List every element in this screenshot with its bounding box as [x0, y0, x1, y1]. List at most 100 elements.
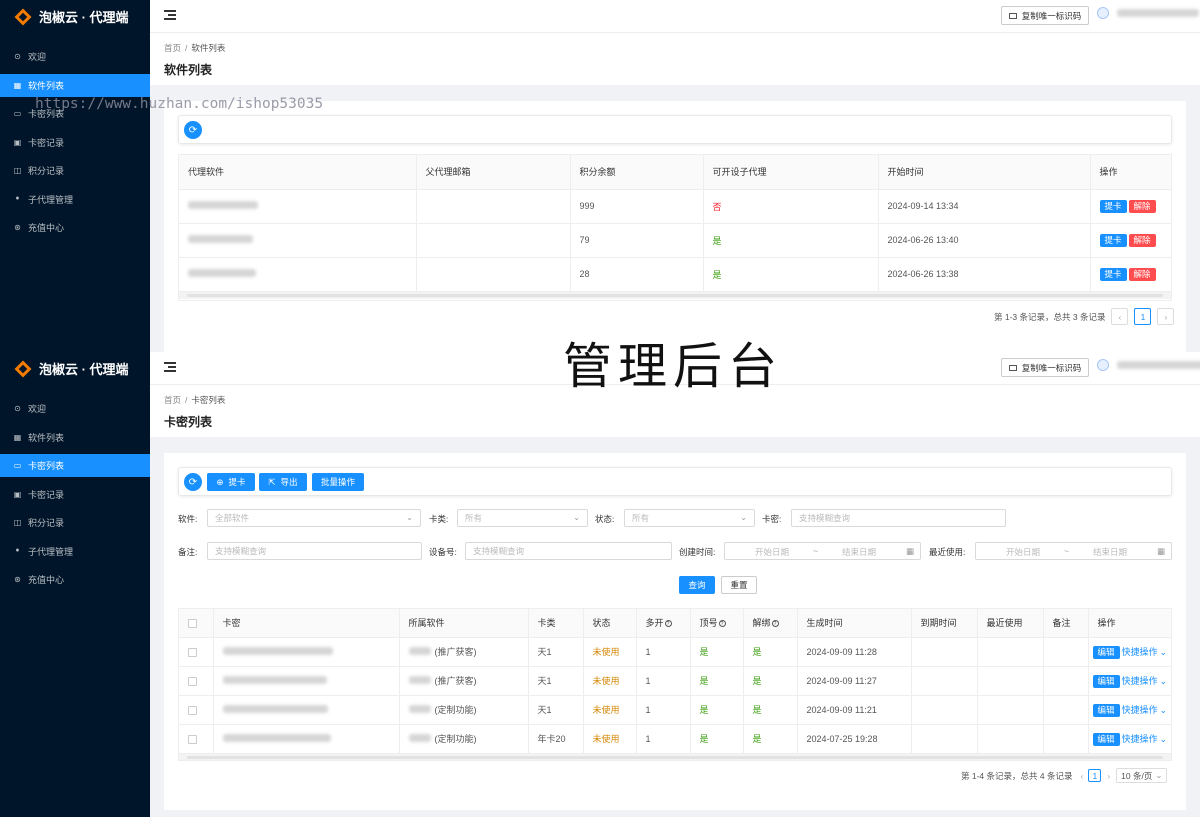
unbind-button[interactable]: 解除	[1128, 233, 1156, 247]
sidebar-item-3[interactable]: ▣ 卡密记录	[0, 131, 150, 154]
copy-id-button[interactable]: 复制唯一标识码	[1001, 6, 1089, 25]
sidebar-item-label: 软件列表	[28, 432, 65, 443]
user-menu[interactable]	[1097, 7, 1199, 19]
remark-search-input[interactable]: 支持模糊查询	[207, 542, 422, 560]
tika-button[interactable]: 提卡	[1099, 233, 1127, 247]
menu-fold-icon[interactable]	[164, 10, 176, 20]
tika-button[interactable]: 提卡	[1099, 267, 1127, 281]
sidebar-item-label: 充值中心	[28, 223, 65, 233]
breadcrumb-home[interactable]: 首页	[164, 43, 181, 53]
device-search-input[interactable]: 支持模糊查询	[465, 542, 672, 560]
sidebar-item-5[interactable]: ꔷ 子代理管理	[0, 188, 150, 211]
sidebar-item-4[interactable]: ◫ 积分记录	[0, 511, 150, 534]
next-page-button[interactable]: ›	[1157, 308, 1175, 325]
page-number[interactable]: 1	[1088, 769, 1102, 782]
main-area: 复制唯一标识码 首页 / 卡密列表 卡密列表 ⟳ ⊕ 提卡 ⇱ 导出 批量操作 …	[150, 352, 1200, 817]
horizontal-scrollbar[interactable]	[179, 291, 1171, 299]
batch-ops-button[interactable]: 批量操作	[312, 473, 364, 491]
row-checkbox[interactable]	[188, 734, 197, 744]
type-select[interactable]: 所有 ⌄	[457, 509, 588, 527]
quick-ops-dropdown[interactable]: 快捷操作 ⌄	[1122, 647, 1168, 657]
card-icon: ▭	[13, 109, 22, 118]
chevron-down-icon: ⌄	[1159, 733, 1168, 744]
content-card: ⟳ 代理软件 父代理邮箱 积分余额 可开设子代理 开始时间 操作 999 否 2024-09-…	[164, 101, 1186, 352]
brand[interactable]: 泡椒云 · 代理端	[0, 0, 150, 33]
row-checkbox[interactable]	[188, 647, 197, 657]
sidebar-item-4[interactable]: ◫ 积分记录	[0, 159, 150, 182]
created-time-label: 创建时间:	[679, 547, 716, 557]
sidebar-item-0[interactable]: ⊙ 欢迎	[0, 45, 150, 68]
page-number[interactable]: 1	[1134, 308, 1152, 325]
quick-ops-dropdown[interactable]: 快捷操作 ⌄	[1122, 734, 1168, 744]
sidebar-item-1[interactable]: ▦ 软件列表	[0, 426, 150, 449]
sidebar-item-3[interactable]: ▣ 卡密记录	[0, 483, 150, 506]
card-key-cell	[213, 637, 400, 667]
column-header: 操作	[1088, 609, 1171, 638]
edit-button[interactable]: 编辑	[1092, 645, 1120, 659]
prev-page-button[interactable]: ‹	[1111, 308, 1129, 325]
created-date-range[interactable]: 开始日期 ~ 结束日期 ▦	[724, 542, 921, 560]
sidebar-item-5[interactable]: ꔷ 子代理管理	[0, 540, 150, 563]
recharge-icon: ⊛	[14, 575, 21, 584]
horizontal-scrollbar[interactable]	[179, 753, 1171, 760]
tika-button[interactable]: 提卡	[1099, 199, 1127, 213]
redacted-card-key	[222, 733, 331, 742]
reset-button[interactable]: 重置	[721, 576, 757, 594]
sidebar-item-label: 卡密记录	[28, 489, 65, 500]
sidebar-item-1[interactable]: ▦ 软件列表	[0, 73, 150, 97]
status-cell: 未使用	[583, 695, 637, 725]
page-size-select[interactable]: 10 条/页 ⌄	[1116, 768, 1168, 783]
help-icon[interactable]: ?	[664, 620, 672, 628]
menu-fold-icon[interactable]	[164, 362, 176, 372]
table-row: 28 是 2024-06-26 13:38 提卡 解除	[179, 257, 1171, 292]
next-page-button[interactable]: ›	[1107, 771, 1110, 781]
sidebar-item-0[interactable]: ⊙ 欢迎	[0, 397, 150, 420]
calendar-icon: ▦	[905, 546, 914, 556]
sidebar-item-2[interactable]: ▭ 卡密列表	[0, 454, 150, 477]
sidebar-item-label: 软件列表	[28, 80, 65, 91]
user-menu[interactable]	[1097, 359, 1200, 371]
users-icon: ꔷ	[15, 194, 20, 203]
sidebar-item-6[interactable]: ⊛ 充值中心	[0, 216, 150, 239]
edit-button[interactable]: 编辑	[1092, 732, 1120, 746]
row-checkbox[interactable]	[188, 676, 197, 686]
row-select-cell	[179, 666, 214, 696]
status-select[interactable]: 所有 ⌄	[624, 509, 755, 527]
quick-ops-dropdown[interactable]: 快捷操作 ⌄	[1122, 705, 1168, 715]
last-used-date-range[interactable]: 开始日期 ~ 结束日期 ▦	[975, 542, 1172, 560]
refresh-icon[interactable]: ⟳	[184, 121, 202, 139]
edit-button[interactable]: 编辑	[1092, 703, 1120, 717]
card-icon: ▭	[13, 461, 22, 470]
main-area: 复制唯一标识码 首页 / 软件列表 软件列表 ⟳ 代理软件 父代理邮箱 积分余额 可开设子…	[150, 0, 1200, 352]
copy-id-button[interactable]: 复制唯一标识码	[1001, 358, 1089, 377]
last-used-cell	[977, 666, 1044, 696]
sidebar-item-6[interactable]: ⊛ 充值中心	[0, 568, 150, 591]
breadcrumb-home[interactable]: 首页	[164, 395, 181, 405]
card-search-input[interactable]: 支持模糊查询	[791, 509, 1006, 527]
edit-button[interactable]: 编辑	[1092, 674, 1120, 688]
row-checkbox[interactable]	[188, 705, 197, 715]
top-cell: 是	[690, 666, 744, 696]
software-select[interactable]: 全部软件 ⌄	[207, 509, 421, 527]
quick-ops-dropdown[interactable]: 快捷操作 ⌄	[1122, 676, 1168, 686]
prev-page-button[interactable]: ‹	[1080, 771, 1083, 781]
export-button[interactable]: ⇱ 导出	[259, 473, 307, 491]
can-sub-cell: 否	[703, 189, 879, 224]
query-button[interactable]: 查询	[679, 576, 715, 594]
unbind-cell: 是	[743, 666, 798, 696]
unbind-button[interactable]: 解除	[1128, 199, 1156, 213]
help-icon[interactable]: ?	[718, 620, 726, 628]
software-table-wrap: 代理软件 父代理邮箱 积分余额 可开设子代理 开始时间 操作 999 否 2024-09-14…	[178, 154, 1172, 301]
table-row: (推广获客) 天1 未使用 1 是是 2024-09-09 11:27 编辑 快捷操作 ⌄	[179, 666, 1171, 696]
refresh-icon[interactable]: ⟳	[184, 473, 202, 491]
type-cell: 天1	[528, 666, 584, 696]
chevron-down-icon: ⌄	[573, 513, 580, 522]
select-all-checkbox[interactable]	[188, 618, 197, 628]
screen-card-list: 泡椒云 · 代理端 ⊙ 欢迎 ▦ 软件列表 ▭ 卡密列表 ▣ 卡密记录 ◫ 积分记录 ꔷ 子代理管理 ⊛…	[0, 352, 1200, 817]
brand[interactable]: 泡椒云 · 代理端	[0, 352, 150, 385]
status-filter-label: 状态:	[595, 514, 615, 524]
unbind-button[interactable]: 解除	[1128, 267, 1156, 281]
help-icon[interactable]: ?	[771, 620, 779, 628]
tika-button[interactable]: ⊕ 提卡	[207, 473, 255, 491]
expire-cell	[911, 724, 978, 754]
